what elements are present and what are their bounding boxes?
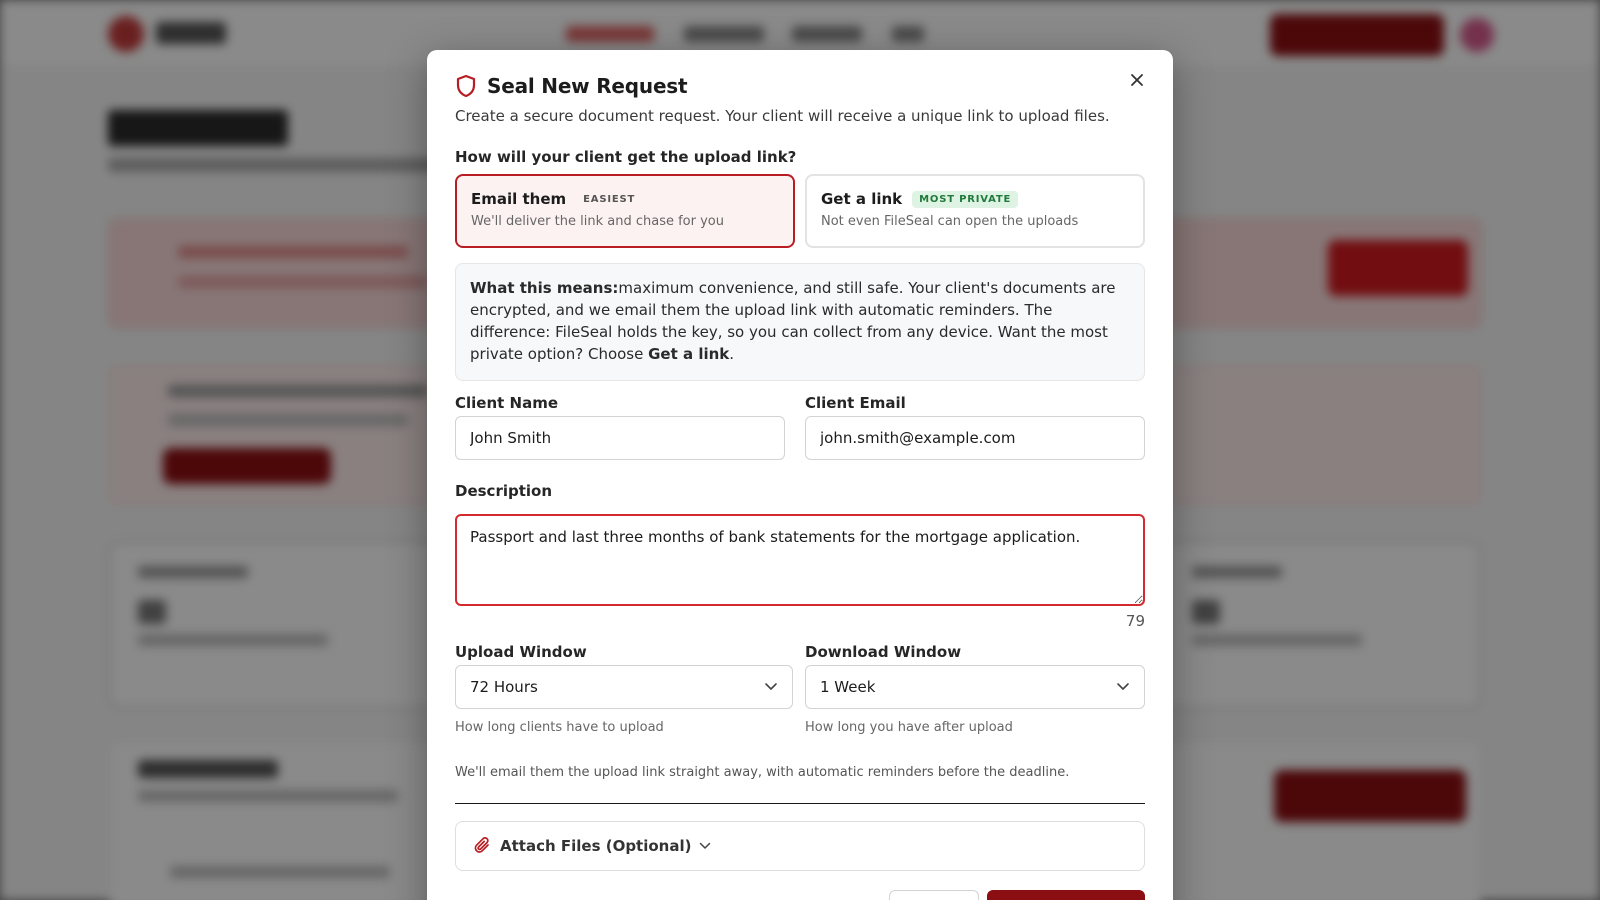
option-title: Email them [471,190,567,208]
client-name-label: Client Name [455,394,559,412]
download-window-label: Download Window [805,643,962,661]
close-icon [1131,74,1143,86]
upload-window-value: 72 Hours [470,678,538,696]
modal-description: Create a secure document request. Your c… [455,107,1110,125]
modal-title: Seal New Request [487,74,688,98]
attach-files-toggle[interactable]: Attach Files (Optional) [455,821,1145,871]
easiest-badge: EASIEST [583,193,636,205]
client-email-label: Client Email [805,394,906,412]
info-emphasis: Get a link [648,345,730,363]
description-label: Description [455,482,553,500]
upload-window-label: Upload Window [455,643,587,661]
close-button[interactable] [1123,66,1151,94]
paperclip-icon [474,837,489,853]
modal-header: Seal New Request [455,74,688,98]
seal-request-modal: Seal New Request Create a secure documen… [427,50,1173,900]
option-subtitle: We'll deliver the link and chase for you [471,214,724,229]
client-name-input[interactable] [455,416,785,460]
most-private-badge: MOST PRIVATE [912,190,1019,208]
info-tail: . [729,345,735,363]
delivery-question: How will your client get the upload link… [455,148,797,166]
attach-files-label: Attach Files (Optional) [500,837,692,855]
divider [455,803,1145,804]
option-get-a-link[interactable]: Get a link MOST PRIVATE Not even FileSea… [805,174,1145,248]
chevron-down-icon [1117,683,1129,690]
info-box: What this means:maximum convenience, and… [455,263,1145,381]
description-textarea[interactable]: Passport and last three months of bank s… [455,514,1145,606]
chevron-down-icon [765,683,777,690]
info-lead: What this means: [470,279,619,297]
seal-request-button[interactable] [987,890,1145,900]
option-subtitle: Not even FileSeal can open the uploads [821,214,1079,229]
download-window-value: 1 Week [820,678,876,696]
upload-window-select[interactable]: 72 Hours [455,665,793,709]
chevron-down-icon [700,842,711,849]
client-email-input[interactable] [805,416,1145,460]
option-email-them[interactable]: Email them EASIEST We'll deliver the lin… [455,174,795,248]
option-title: Get a link [821,190,903,208]
cancel-button[interactable] [889,890,979,900]
upload-window-hint: How long clients have to upload [455,720,664,735]
download-window-select[interactable]: 1 Week [805,665,1145,709]
shield-icon [456,74,476,98]
email-notice: We'll email them the upload link straigh… [455,765,1070,780]
download-window-hint: How long you have after upload [805,720,1013,735]
character-count: 79 [1125,612,1145,630]
